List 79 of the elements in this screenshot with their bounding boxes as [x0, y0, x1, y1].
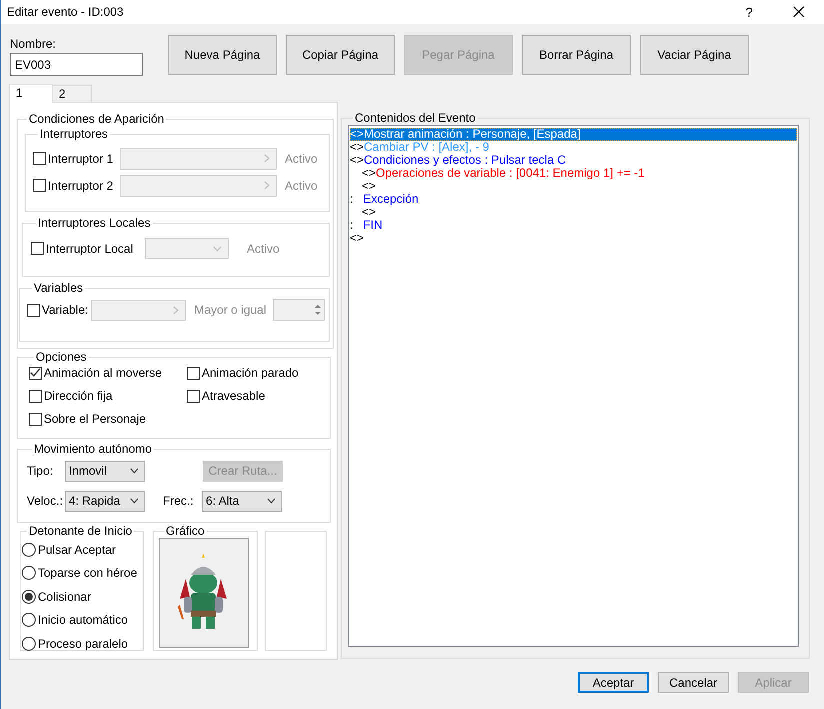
chevron-right-icon: [264, 154, 270, 163]
tab[interactable]: 1: [9, 84, 53, 103]
radio-button[interactable]: [22, 590, 36, 604]
group-title: Contenidos del Evento: [354, 112, 477, 125]
checkbox[interactable]: [29, 390, 42, 402]
page-button[interactable]: Vaciar Página: [640, 35, 749, 75]
status-label: Activo: [247, 242, 280, 256]
chevron-right-icon: [173, 306, 180, 314]
speed-dropdown[interactable]: 4: Rapida: [65, 490, 146, 512]
chevron-down-icon: [130, 468, 139, 474]
switch-selector[interactable]: [120, 174, 277, 196]
checkbox[interactable]: [33, 179, 46, 192]
checkbox-label: Sobre el Personaje: [44, 412, 146, 426]
checkbox-label: Animación al moverse: [44, 366, 162, 380]
chevron-down-icon: [267, 498, 276, 504]
chevron-right-icon: [264, 181, 270, 190]
group-title: Detonante de Inicio: [28, 525, 134, 538]
dialog-button[interactable]: Cancelar: [658, 672, 729, 693]
radio-button[interactable]: [22, 613, 36, 628]
radio-label: Pulsar Aceptar: [38, 542, 116, 557]
checkbox[interactable]: [29, 366, 42, 380]
command-line[interactable]: : FIN: [350, 219, 797, 232]
chevron-down-icon: [130, 498, 140, 504]
checkbox-label: Interruptor Local: [46, 242, 134, 256]
radio-label: Toparse con héroe: [38, 566, 138, 580]
frequency-label: Frec.:: [163, 494, 195, 508]
close-icon[interactable]: [793, 6, 805, 18]
group-title: Condiciones de Aparición: [28, 113, 166, 126]
command-line[interactable]: : Excepción: [350, 193, 797, 206]
type-dropdown[interactable]: Inmovil: [65, 460, 145, 482]
dialog-button[interactable]: Aceptar: [578, 672, 649, 693]
speed-label: Veloc.:: [27, 494, 64, 508]
checkbox-label: Animación parado: [202, 366, 299, 380]
command-line[interactable]: <>: [350, 206, 797, 219]
window-title: Editar evento - ID:003: [7, 5, 125, 19]
group-title: Gráfico: [165, 525, 206, 538]
page-button[interactable]: Borrar Página: [522, 35, 631, 75]
command-line[interactable]: <>Operaciones de variable : [0041: Enemigo 1] += -1: [350, 167, 797, 180]
group-title: Interruptores: [39, 128, 110, 141]
checkbox-label: Interruptor 2: [48, 178, 114, 192]
group-title: Interruptores Locales: [37, 217, 152, 230]
command-line[interactable]: <>: [350, 232, 797, 245]
command-line[interactable]: <>: [350, 180, 797, 193]
group-title: Opciones: [35, 351, 88, 364]
name-field[interactable]: EV003: [10, 53, 143, 76]
checkbox-label: Atravesable: [202, 389, 266, 403]
checkbox-label: Variable:: [42, 303, 88, 317]
type-label: Tipo:: [27, 464, 54, 478]
command-line[interactable]: <>Cambiar PV : [Alex], - 9: [350, 141, 797, 154]
checkbox[interactable]: [31, 242, 44, 255]
local-switch-dropdown[interactable]: [145, 238, 229, 259]
help-button[interactable]: ?: [746, 4, 753, 20]
checkbox[interactable]: [187, 366, 200, 380]
radio-button[interactable]: [22, 636, 36, 651]
checkbox-label: Interruptor 1: [48, 152, 114, 166]
status-label: Activo: [285, 152, 318, 166]
checkbox[interactable]: [27, 304, 40, 316]
comparison-label: Mayor o igual: [194, 303, 267, 317]
tab[interactable]: 2: [52, 85, 92, 102]
status-label: Activo: [285, 178, 318, 192]
switch-selector[interactable]: [120, 148, 277, 170]
group-title: Movimiento autónomo: [33, 443, 154, 456]
page-button[interactable]: Copiar Página: [286, 35, 395, 75]
checkbox-label: Dirección fija: [44, 389, 113, 403]
checkbox[interactable]: [187, 390, 200, 402]
page-button[interactable]: Nueva Página: [168, 35, 277, 75]
name-label: Nombre:: [10, 37, 58, 51]
radio-label: Inicio automático: [38, 613, 128, 628]
radio-label: Proceso paralelo: [38, 636, 128, 651]
checkbox[interactable]: [33, 152, 46, 165]
radio-label: Colisionar: [38, 590, 92, 604]
spin-arrows-icon: [314, 303, 322, 317]
radio-button[interactable]: [22, 566, 36, 580]
group-title: Variables: [33, 282, 84, 295]
radio-button[interactable]: [22, 542, 36, 557]
chevron-down-icon: [213, 246, 222, 252]
command-line[interactable]: <>Condiciones y efectos : Pulsar tecla C: [350, 154, 797, 167]
checkbox[interactable]: [29, 412, 42, 426]
frequency-dropdown[interactable]: 6: Alta: [202, 490, 282, 512]
